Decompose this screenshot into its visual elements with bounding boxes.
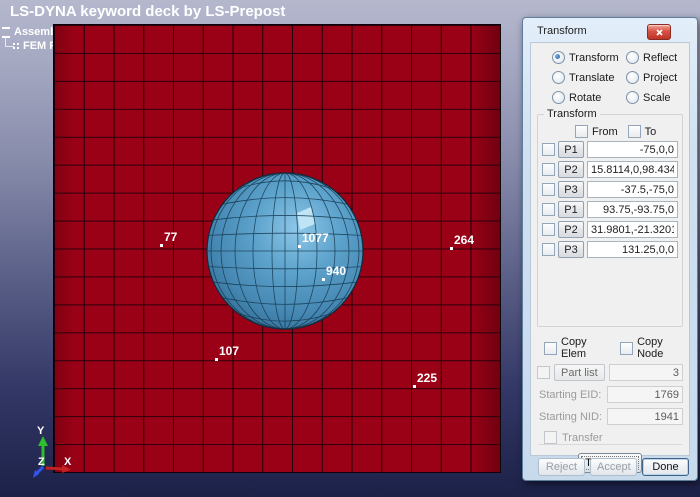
p3-value-field[interactable] [587, 181, 678, 198]
node-dot [160, 244, 163, 247]
p3-button[interactable]: P3 [558, 181, 584, 198]
transform-group-title: Transform [544, 108, 600, 120]
starting-eid-field [607, 386, 683, 403]
point-row: P3 [542, 241, 678, 258]
node-dot [413, 385, 416, 388]
p1-value-field[interactable] [587, 141, 678, 158]
radio-icon [552, 51, 565, 64]
node-dot [215, 358, 218, 361]
fem-parts-icon [13, 43, 19, 49]
p2b-button[interactable]: P2 [558, 221, 584, 238]
radio-rotate[interactable]: Rotate [552, 91, 626, 104]
point-checkbox[interactable] [542, 203, 555, 216]
mode-radio-group: Transform Reflect Translate Project Rota… [552, 51, 684, 104]
radio-icon [552, 71, 565, 84]
radio-transform[interactable]: Transform [552, 51, 626, 64]
radio-icon [626, 71, 639, 84]
radio-project[interactable]: Project [626, 71, 696, 84]
radio-translate[interactable]: Translate [552, 71, 626, 84]
dialog-content: Transform Reflect Translate Project Rota… [530, 42, 690, 456]
to-checkbox[interactable]: To [628, 125, 657, 138]
transfer-checkbox: Transfer [544, 431, 684, 444]
p1b-value-field[interactable] [587, 201, 678, 218]
p1b-button[interactable]: P1 [558, 201, 584, 218]
point-checkbox[interactable] [542, 163, 555, 176]
starting-eid-label: Starting EID: [539, 389, 607, 401]
window-title: LS-DYNA keyword deck by LS-Prepost [10, 3, 285, 20]
meshed-sphere[interactable] [205, 171, 365, 331]
p2-value-field[interactable] [587, 161, 678, 178]
reject-button[interactable]: Reject [538, 458, 585, 476]
p3b-button[interactable]: P3 [558, 241, 584, 258]
x-axis-label: X [64, 456, 72, 468]
axis-triad: Y Z X [28, 418, 84, 482]
transform-dialog: Transform Transform Reflect Translate Pr… [522, 17, 698, 481]
radio-icon [626, 51, 639, 64]
radio-icon [552, 91, 565, 104]
node-dot [450, 247, 453, 250]
node-dot [322, 278, 325, 281]
close-icon[interactable] [647, 24, 671, 40]
part-list-button[interactable]: Part list [554, 364, 605, 381]
checkbox-icon [544, 431, 557, 444]
radio-scale[interactable]: Scale [626, 91, 696, 104]
part-list-checkbox [537, 366, 550, 379]
y-axis-label: Y [37, 425, 45, 437]
point-row: P2 [542, 221, 678, 238]
point-checkbox[interactable] [542, 243, 555, 256]
part-list-count-field [609, 364, 683, 381]
from-checkbox[interactable]: From [575, 125, 618, 138]
checkbox-icon [575, 125, 588, 138]
checkbox-icon [544, 342, 557, 355]
x-axis-arrow [46, 468, 63, 469]
assembly-icon [2, 27, 10, 38]
checkbox-icon [628, 125, 641, 138]
transform-group: Transform From To P1 P2 [537, 114, 683, 327]
radio-reflect[interactable]: Reflect [626, 51, 696, 64]
z-axis-label: Z [38, 456, 45, 468]
node-dot [298, 245, 301, 248]
radio-icon [626, 91, 639, 104]
separator [538, 444, 682, 445]
starting-nid-label: Starting NID: [539, 411, 607, 423]
starting-nid-field [607, 408, 683, 425]
copy-node-checkbox[interactable]: Copy Node [620, 336, 684, 360]
p2b-value-field[interactable] [587, 221, 678, 238]
p2-button[interactable]: P2 [558, 161, 584, 178]
dialog-title: Transform [537, 25, 587, 37]
checkbox-icon [620, 342, 633, 355]
point-checkbox[interactable] [542, 223, 555, 236]
point-checkbox[interactable] [542, 143, 555, 156]
point-checkbox[interactable] [542, 183, 555, 196]
accept-button[interactable]: Accept [590, 458, 637, 476]
p3b-value-field[interactable] [587, 241, 678, 258]
point-row: P1 [542, 201, 678, 218]
copy-elem-checkbox[interactable]: Copy Elem [544, 336, 607, 360]
done-button[interactable]: Done [642, 458, 689, 476]
point-row: P1 [542, 141, 678, 158]
p1-button[interactable]: P1 [558, 141, 584, 158]
point-row: P3 [542, 181, 678, 198]
point-row: P2 [542, 161, 678, 178]
